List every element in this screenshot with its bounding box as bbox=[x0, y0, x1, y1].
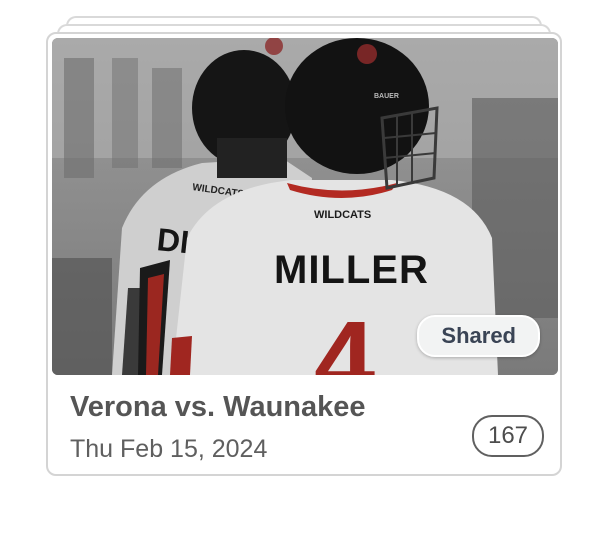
front-jersey-number: 4 bbox=[314, 299, 375, 375]
front-jersey-name: MILLER bbox=[274, 248, 429, 292]
photo-count-badge: 167 bbox=[472, 415, 544, 457]
shared-badge: Shared bbox=[417, 315, 540, 357]
album-date: Thu Feb 15, 2024 bbox=[70, 435, 268, 463]
album-cover-photo[interactable]: WILDCATS DIN BAUER WILDCATS MILLER 4 Sha… bbox=[52, 38, 558, 375]
front-jersey-crest: WILDCATS bbox=[314, 209, 371, 221]
helmet-brand: BAUER bbox=[374, 93, 399, 100]
album-card[interactable]: WILDCATS DIN BAUER WILDCATS MILLER 4 Sha… bbox=[46, 32, 562, 476]
album-title: Verona vs. Waunakee bbox=[70, 391, 366, 423]
